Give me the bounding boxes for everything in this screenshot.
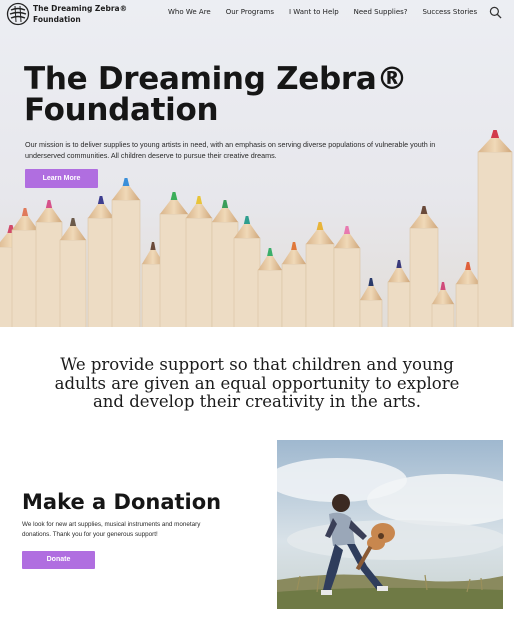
zebra-logo-icon[interactable] [6,2,30,26]
hero-section: The Dreaming Zebra® Foundation Who We Ar… [0,0,514,327]
mission-statement: We provide support so that children and … [54,355,460,411]
top-navigation: The Dreaming Zebra® Foundation Who We Ar… [0,0,514,28]
nav-our-programs[interactable]: Our Programs [226,8,274,16]
search-icon[interactable] [489,6,502,19]
donation-title: Make a Donation [22,490,222,514]
brand-name[interactable]: The Dreaming Zebra® Foundation [33,3,133,25]
learn-more-button[interactable]: Learn More [25,169,98,188]
donate-button[interactable]: Donate [22,551,95,569]
nav-success-stories[interactable]: Success Stories [422,8,477,16]
nav-i-want-to-help[interactable]: I Want to Help [289,8,339,16]
hero-description: Our mission is to deliver supplies to yo… [25,140,436,160]
child-with-guitar-photo [277,440,503,609]
donation-description: We look for new art supplies, musical in… [22,521,201,538]
nav-need-supplies[interactable]: Need Supplies? [354,8,408,16]
nav-links: Who We Are Our Programs I Want to Help N… [168,8,492,16]
nav-who-we-are[interactable]: Who We Are [168,8,211,16]
hero-title: The Dreaming Zebra® Foundation [24,61,408,128]
